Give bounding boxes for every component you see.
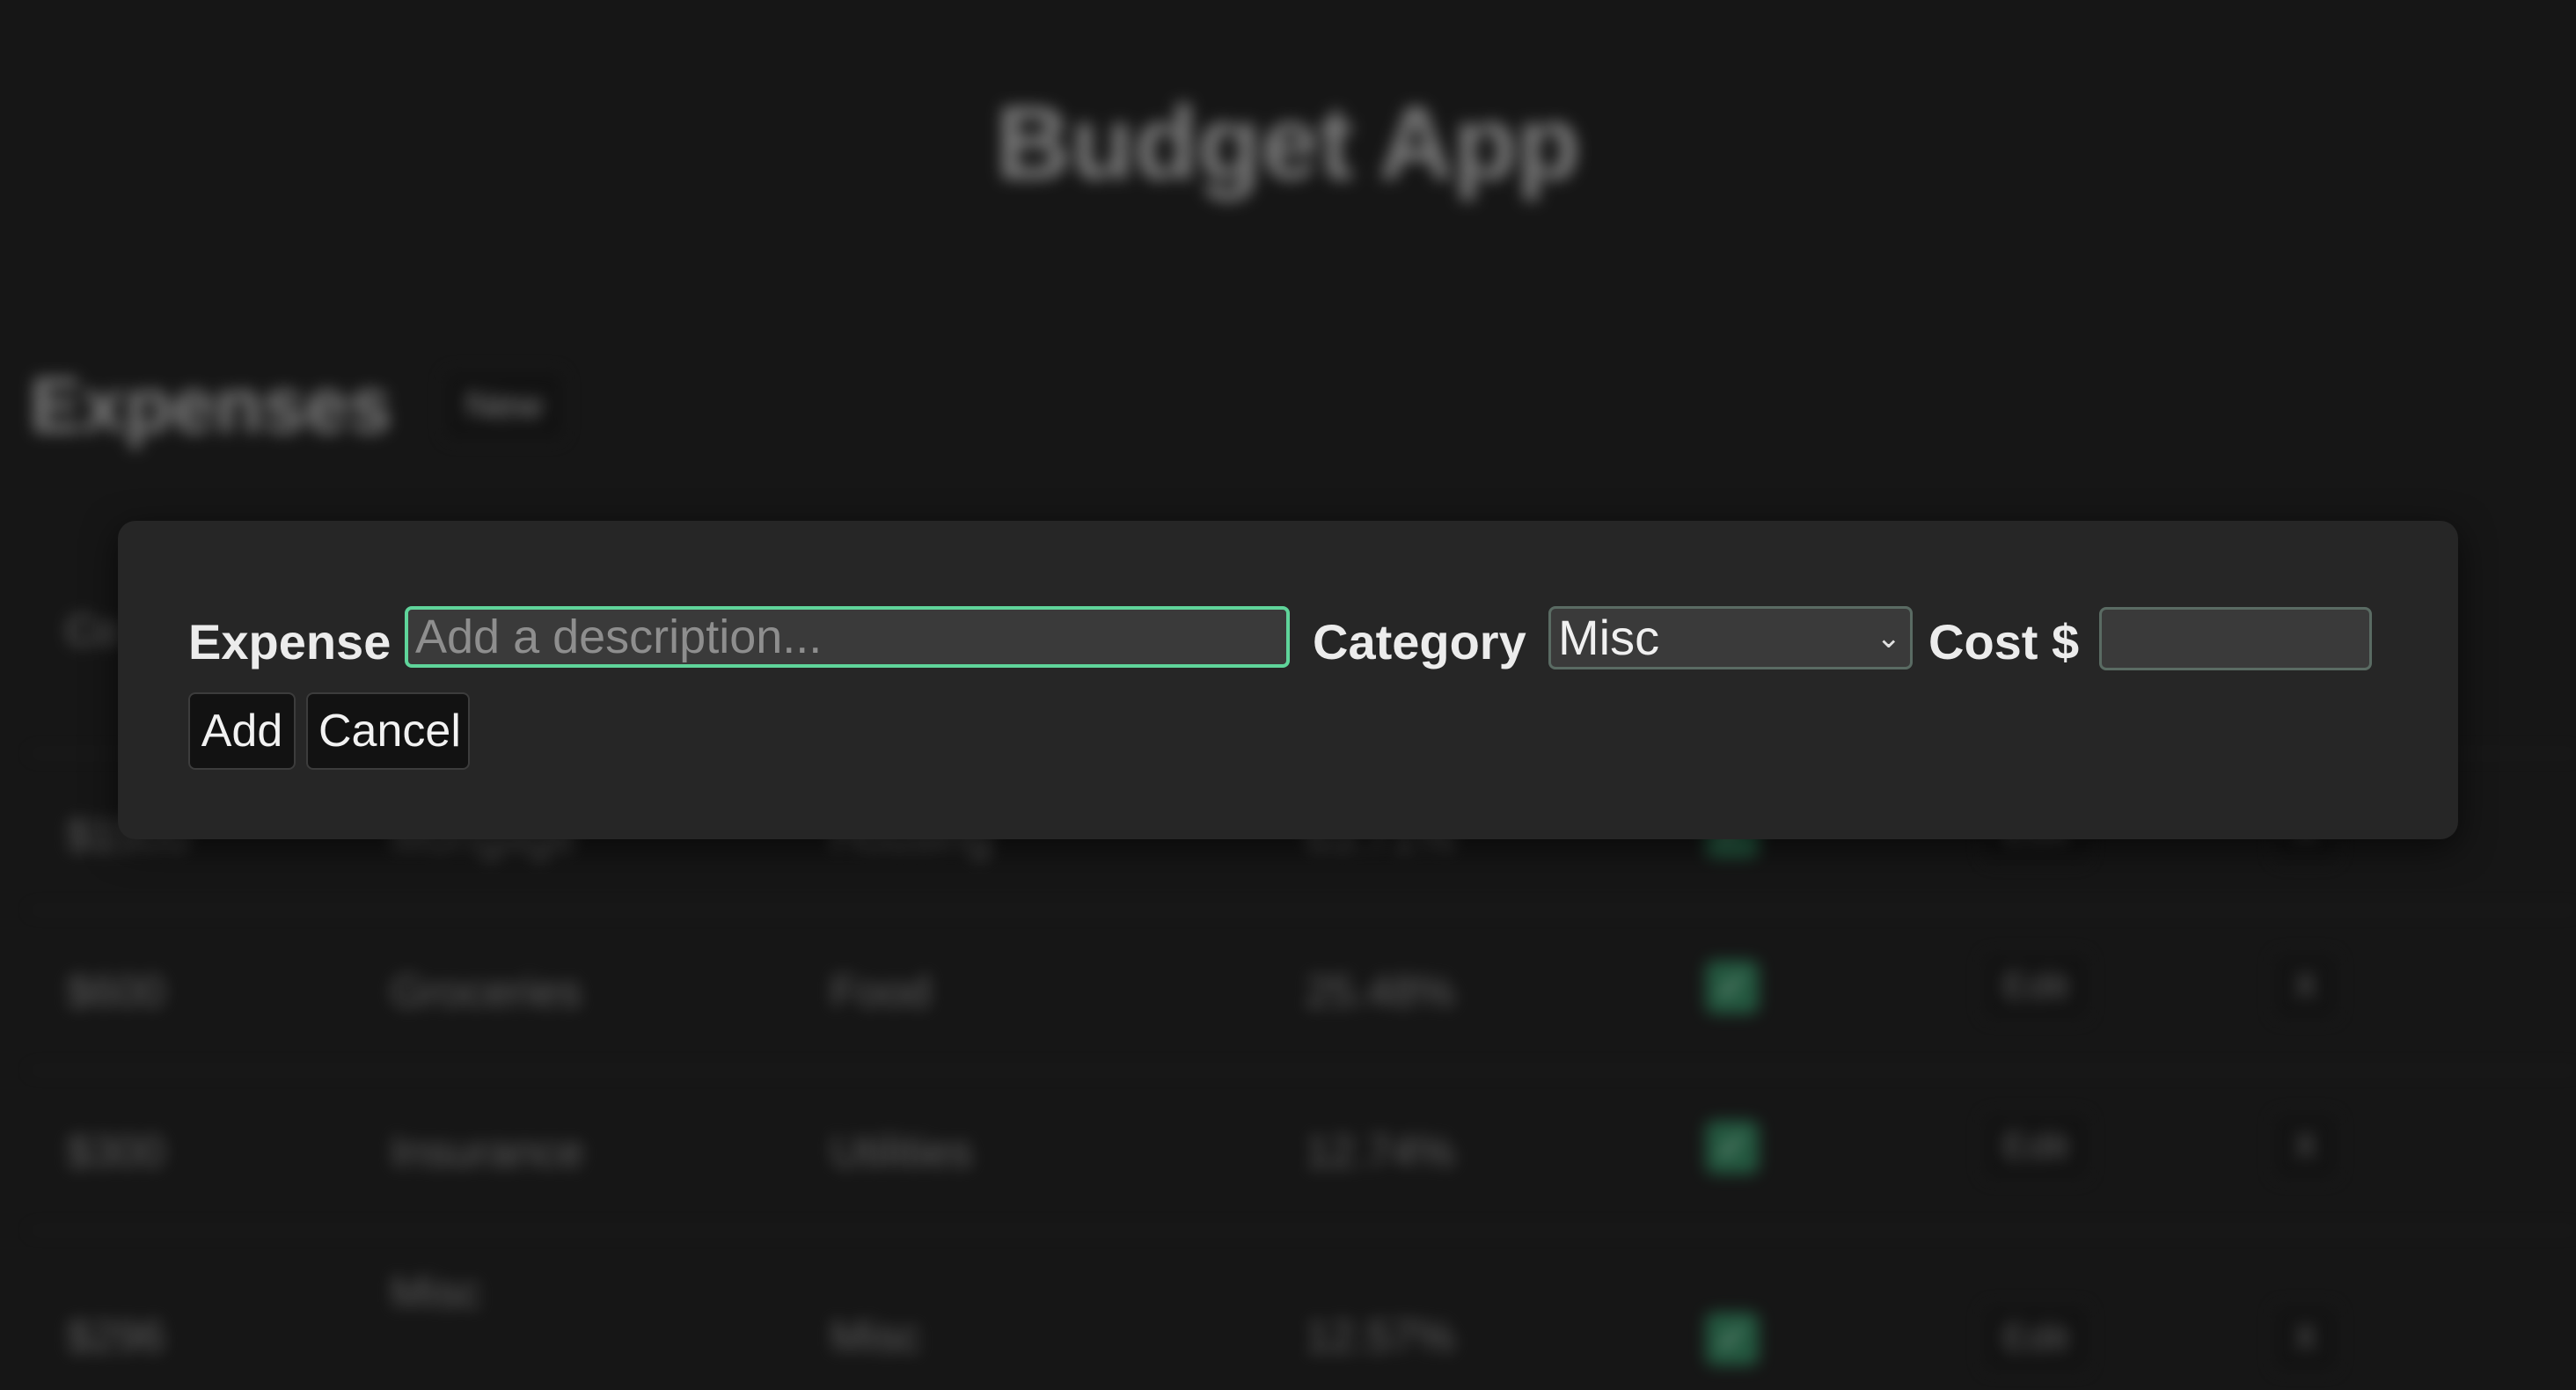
delete-button[interactable]: X	[2273, 1306, 2338, 1371]
cost-cell: $600	[67, 967, 165, 1016]
cost-input[interactable]	[2099, 607, 2372, 670]
percent-cell: 12.57%	[1306, 1312, 1455, 1361]
add-button[interactable]: Add	[188, 692, 296, 770]
edit-button[interactable]: Edit	[1983, 1306, 2089, 1371]
delete-button[interactable]: X	[2273, 1114, 2338, 1179]
description-cell: Insurance	[391, 1127, 584, 1176]
category-cell: Food	[831, 967, 931, 1016]
checkbox[interactable]: ✓	[1706, 1313, 1759, 1365]
checkbox[interactable]: ✓	[1706, 961, 1759, 1013]
table-row: $296 Misc Misc 12.57% ✓ Edit X	[30, 1229, 2576, 1390]
category-selected-value: Misc	[1558, 610, 1660, 665]
description-cell: Groceries	[391, 967, 582, 1016]
chevron-down-icon: ⌄	[1876, 621, 1902, 655]
table-row: $600 Groceries Food 25.48% ✓ Edit X	[30, 909, 2576, 1070]
table-row: $300 Insurance Utilities 12.74% ✓ Edit X	[30, 1069, 2576, 1230]
description-input[interactable]	[405, 606, 1290, 668]
new-expense-button[interactable]: New	[443, 371, 564, 440]
description-cell: Misc	[391, 1268, 481, 1317]
percent-cell: 25.48%	[1306, 967, 1455, 1016]
expenses-title: Expenses	[30, 362, 392, 449]
delete-button[interactable]: X	[2273, 954, 2338, 1019]
edit-button[interactable]: Edit	[1983, 1114, 2089, 1179]
category-cell: Misc	[831, 1312, 921, 1361]
expenses-header: Expenses New	[30, 361, 564, 450]
percent-cell: 12.74%	[1306, 1127, 1455, 1176]
cost-label: Cost $	[1928, 614, 2080, 669]
checkbox[interactable]: ✓	[1706, 1121, 1759, 1174]
cost-cell: $300	[67, 1127, 165, 1176]
category-label: Category	[1313, 614, 1526, 669]
table-header: Co	[66, 608, 121, 655]
expense-label: Expense	[188, 614, 392, 669]
app-title: Budget App	[995, 85, 1581, 201]
cancel-button[interactable]: Cancel	[306, 692, 470, 770]
add-expense-modal: Expense Category Misc ⌄ Cost $ Add Cance…	[118, 521, 2458, 839]
category-select[interactable]: Misc ⌄	[1548, 606, 1913, 669]
cost-cell: $296	[67, 1312, 165, 1361]
edit-button[interactable]: Edit	[1983, 954, 2089, 1019]
category-cell: Utilities	[831, 1127, 973, 1176]
